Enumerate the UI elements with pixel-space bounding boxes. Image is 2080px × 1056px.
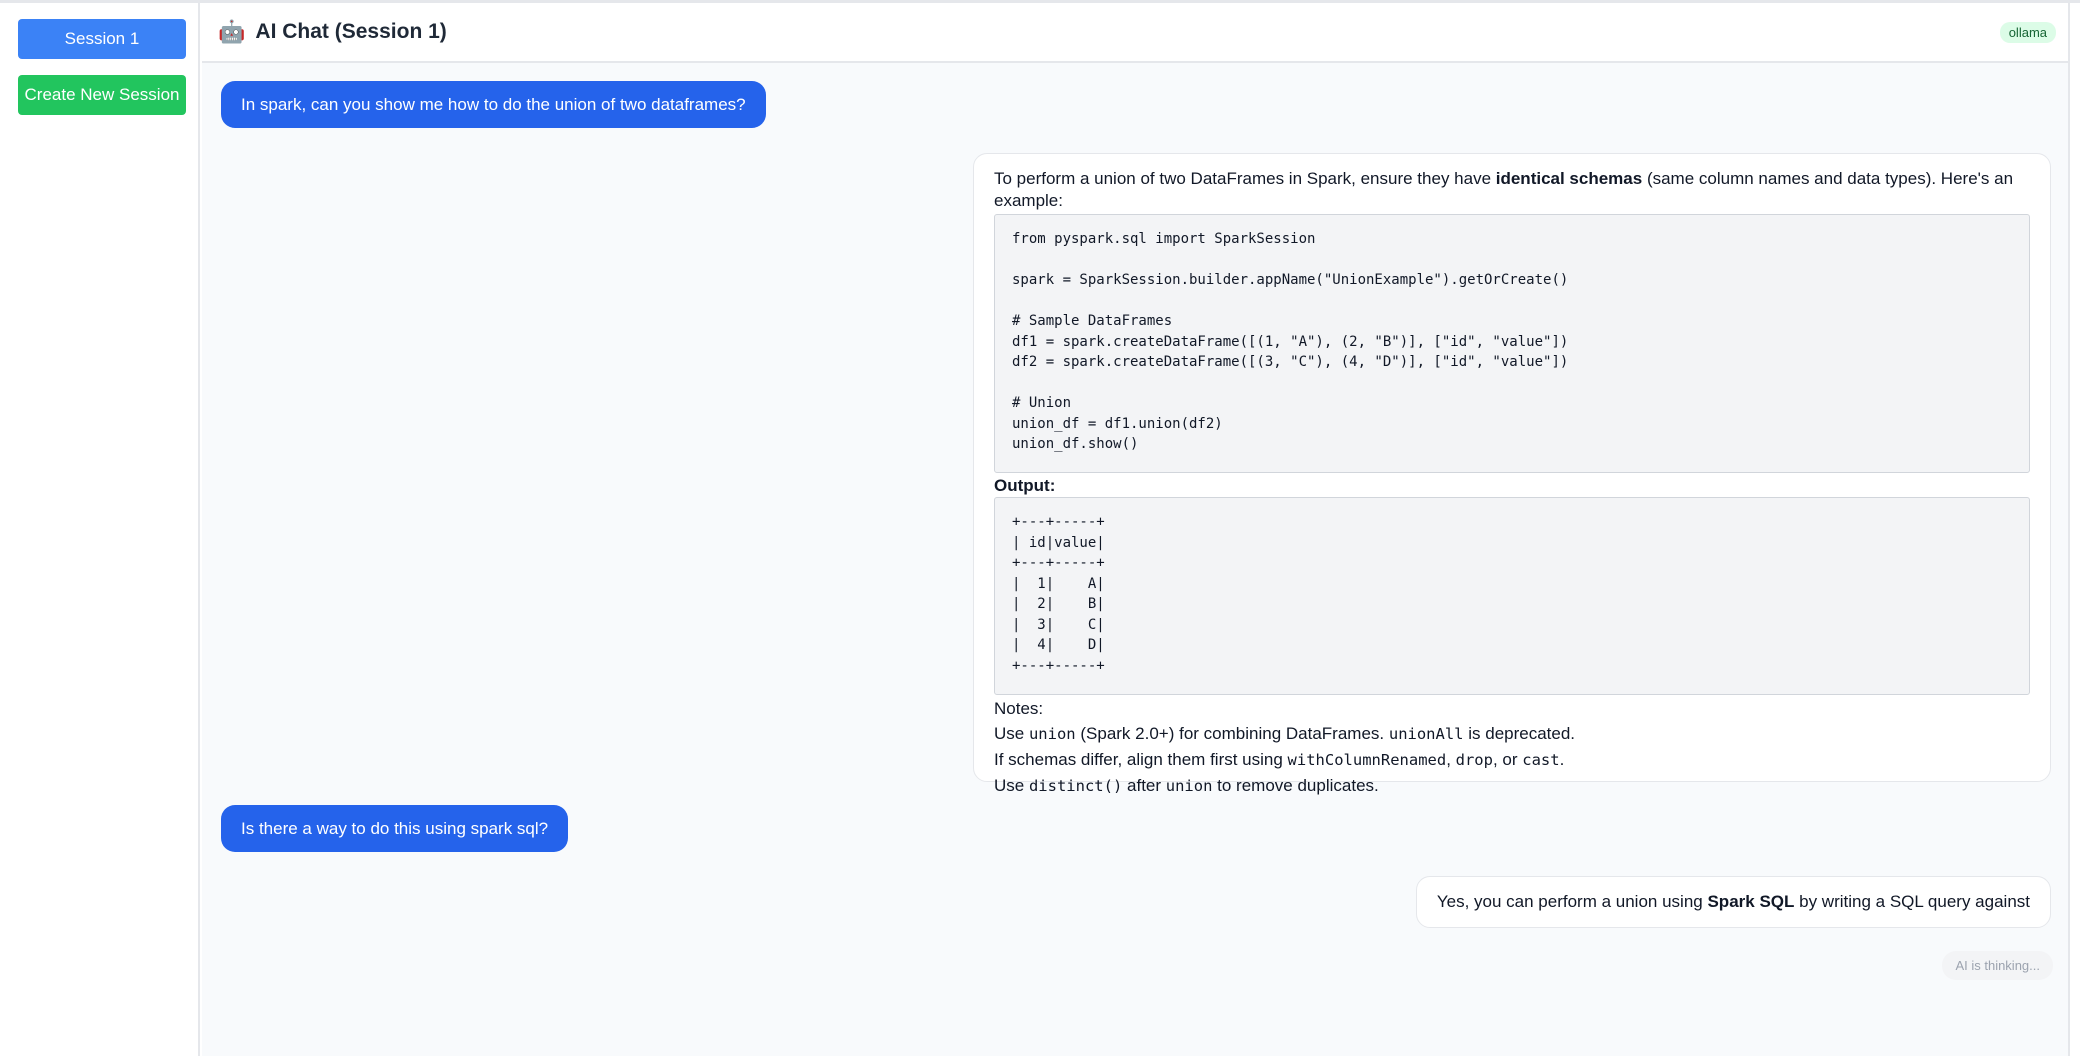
notes: Notes: Use union (Spark 2.0+) for combin… — [994, 696, 2030, 799]
output-label: Output: — [994, 476, 1056, 495]
chat-header: 🤖 AI Chat (Session 1) ollama — [202, 3, 2068, 63]
code-block: from pyspark.sql import SparkSession spa… — [994, 214, 2030, 473]
assistant-intro: To perform a union of two DataFrames in … — [994, 169, 2014, 210]
create-new-session-button[interactable]: Create New Session — [18, 75, 186, 115]
model-badge: ollama — [1999, 22, 2056, 43]
chat-main: 🤖 AI Chat (Session 1) ollama In spark, c… — [202, 3, 2068, 1056]
right-border — [2068, 3, 2080, 1056]
notes-label: Notes: — [994, 699, 1044, 718]
assistant-message: To perform a union of two DataFrames in … — [973, 153, 2051, 795]
note-item: Use union (Spark 2.0+) for combining Dat… — [994, 724, 1576, 743]
assistant-message: Yes, you can perform a union using Spark… — [1415, 876, 2051, 928]
session-1-button[interactable]: Session 1 — [18, 19, 186, 59]
note-item: If schemas differ, align them first usin… — [994, 750, 1565, 769]
assistant-text: Yes, you can perform a union using Spark… — [1436, 892, 2030, 911]
sidebar: Session 1 Create New Session — [0, 3, 200, 1056]
robot-icon: 🤖 — [218, 19, 246, 44]
output-block: +---+-----+ | id|value| +---+-----+ | 1|… — [994, 497, 2030, 695]
note-item: Use distinct() after union to remove dup… — [994, 776, 1379, 795]
user-message: Is there a way to do this using spark sq… — [221, 805, 569, 852]
thinking-indicator: AI is thinking... — [1942, 951, 2053, 980]
page-title: AI Chat (Session 1) — [255, 20, 447, 43]
user-message: In spark, can you show me how to do the … — [221, 81, 766, 128]
